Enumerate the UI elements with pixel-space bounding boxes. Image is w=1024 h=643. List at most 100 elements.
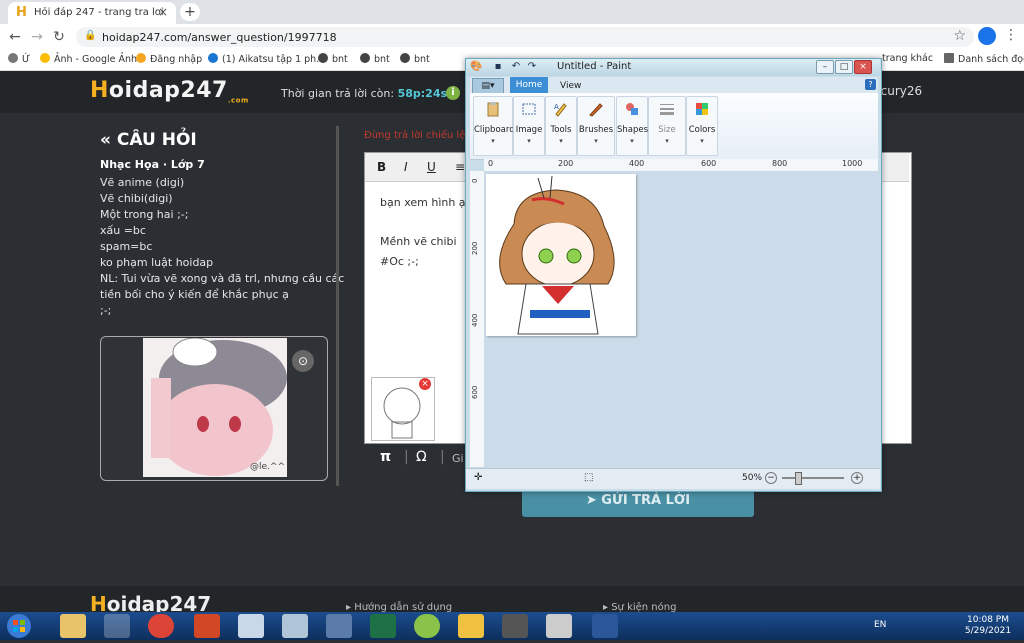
cursor-position-icon: ✛ [474, 472, 483, 483]
hoidap-favicon-icon: H [16, 5, 27, 20]
bookmark-item[interactable]: trang khác [882, 53, 933, 64]
italic-button[interactable]: I [404, 160, 408, 174]
pi-button[interactable]: π [380, 449, 391, 465]
file-explorer-icon[interactable] [60, 614, 86, 638]
system-clock[interactable]: 10:08 PM 5/29/2021 [960, 615, 1016, 637]
question-line: ko phạm luật hoidap [100, 256, 214, 269]
microphone-icon[interactable] [502, 614, 528, 638]
answer-text-line: Mềnh vẽ chibi [380, 235, 457, 248]
maximize-button[interactable]: □ [835, 60, 853, 74]
back-arrow-icon[interactable]: ← [6, 28, 24, 46]
underline-button[interactable]: U [427, 160, 436, 174]
profile-avatar[interactable] [978, 27, 996, 45]
paint-file-menu[interactable]: ▤▾ [472, 78, 504, 94]
bookmark-star-icon[interactable]: ☆ [953, 28, 966, 44]
reading-list[interactable]: Danh sách đọc [944, 53, 1024, 65]
question-subject: Nhạc Họa · Lớp 7 [100, 158, 205, 171]
language-indicator[interactable]: EN [874, 620, 886, 630]
align-icon[interactable]: ≡ [455, 160, 465, 174]
zoom-icon[interactable]: ⊙ [292, 350, 314, 372]
site-logo[interactable]: Hoidap247.com [90, 78, 249, 104]
vertical-ruler: 0 200 400 600 [470, 171, 485, 467]
selection-size-icon: ⬚ [584, 472, 594, 483]
username[interactable]: rcury26 [876, 84, 922, 98]
clock-time: 10:08 PM [967, 615, 1009, 625]
paint-taskbar-icon[interactable] [104, 614, 130, 638]
app-icon[interactable] [414, 614, 440, 638]
ribbon-colors[interactable]: Colors ▾ [686, 96, 718, 156]
minimize-button[interactable]: – [816, 60, 834, 74]
zoom-slider[interactable] [782, 477, 844, 479]
chrome-icon[interactable] [148, 614, 174, 638]
shapes-icon [626, 103, 638, 115]
snipping-tool-icon[interactable] [546, 614, 572, 638]
svg-text:A: A [554, 103, 559, 111]
select-icon [522, 103, 536, 115]
bookmark-item[interactable]: bnt [318, 53, 348, 65]
calculator-icon[interactable] [282, 614, 308, 638]
tab-view[interactable]: View [560, 81, 581, 91]
anime-drawing-illustration [151, 338, 287, 476]
zoom-in-button[interactable]: + [851, 472, 863, 484]
bookmark-item[interactable]: Ảnh - Google Ảnh [40, 53, 137, 65]
question-image[interactable] [143, 338, 287, 477]
clock-date: 5/29/2021 [964, 626, 1012, 636]
ribbon-brushes[interactable]: Brushes ▾ [577, 96, 615, 156]
undo-icon[interactable]: ↶ [510, 61, 522, 73]
ribbon-image[interactable]: Image ▾ [513, 96, 545, 156]
browser-menu-icon[interactable]: ⋮ [1004, 27, 1018, 43]
question-heading[interactable]: « CÂU HỎI [100, 130, 197, 150]
paint-titlebar[interactable]: 🎨 ▪ ↶ ↷ Untitled - Paint – □ × [466, 59, 880, 76]
close-button[interactable]: × [854, 60, 872, 74]
app-icon[interactable] [238, 614, 264, 638]
bookmark-item[interactable]: bnt [400, 53, 430, 65]
start-button[interactable] [3, 612, 35, 640]
zoom-level: 50% [742, 473, 763, 483]
bookmark-item[interactable]: Đăng nhập [136, 53, 202, 65]
info-icon[interactable]: i [446, 86, 460, 100]
ruler-tick: 600 [471, 385, 479, 399]
tools-icon: A [554, 103, 567, 117]
forward-arrow-icon[interactable]: → [28, 28, 46, 46]
ruler-tick: 200 [558, 159, 574, 168]
app-icon[interactable] [326, 614, 352, 638]
question-line: spam=bc [100, 240, 153, 253]
close-tab-icon[interactable]: × [158, 5, 168, 19]
new-tab-button[interactable]: + [180, 3, 200, 21]
bookmark-item[interactable]: Ứ [8, 53, 30, 65]
windows-logo-icon [7, 614, 31, 638]
zoom-out-button[interactable]: − [765, 472, 777, 484]
question-line: ;-; [100, 304, 112, 317]
url-text: hoidap247.com/answer_question/1997718 [102, 31, 337, 44]
remove-attachment-icon[interactable]: × [419, 378, 431, 390]
folder-icon[interactable] [458, 614, 484, 638]
reload-icon[interactable]: ↻ [50, 28, 68, 46]
zoom-slider-handle[interactable] [794, 472, 802, 485]
browser-tab[interactable]: H Hỏi đáp 247 - trang tra loi × [8, 2, 176, 24]
word-icon[interactable] [592, 614, 618, 638]
column-divider [336, 126, 339, 486]
tab-home[interactable]: Home [510, 77, 548, 93]
ruler-tick: 1000 [842, 159, 863, 168]
powerpoint-icon[interactable] [194, 614, 220, 638]
redo-icon[interactable]: ↷ [526, 61, 538, 73]
lock-icon: 🔒 [84, 30, 97, 41]
excel-icon[interactable] [370, 614, 396, 638]
ribbon-size[interactable]: Size ▾ [648, 96, 686, 156]
ribbon-tools[interactable]: A Tools ▾ [545, 96, 577, 156]
save-icon[interactable]: ▪ [492, 61, 504, 73]
ribbon-shapes[interactable]: Shapes ▾ [616, 96, 648, 156]
bookmark-item[interactable]: bnt [360, 53, 390, 65]
url-field[interactable]: 🔒 hoidap247.com/answer_question/1997718 … [76, 27, 974, 47]
tab-title: Hỏi đáp 247 - trang tra loi [34, 7, 164, 18]
omega-button[interactable]: Ω [416, 449, 427, 465]
paint-app-icon[interactable]: 🎨 [470, 61, 482, 73]
question-line: Một trong hai ;-; [100, 208, 189, 221]
drawing-canvas[interactable] [486, 174, 636, 336]
ruler-tick: 400 [629, 159, 645, 168]
more-tools[interactable]: Gi [452, 452, 464, 465]
ribbon-clipboard[interactable]: Clipboard ▾ [473, 96, 515, 156]
bold-button[interactable]: B [377, 160, 386, 174]
help-icon[interactable]: ? [865, 79, 876, 90]
bookmark-item[interactable]: (1) Aikatsu tập 1 ph... [208, 53, 325, 65]
